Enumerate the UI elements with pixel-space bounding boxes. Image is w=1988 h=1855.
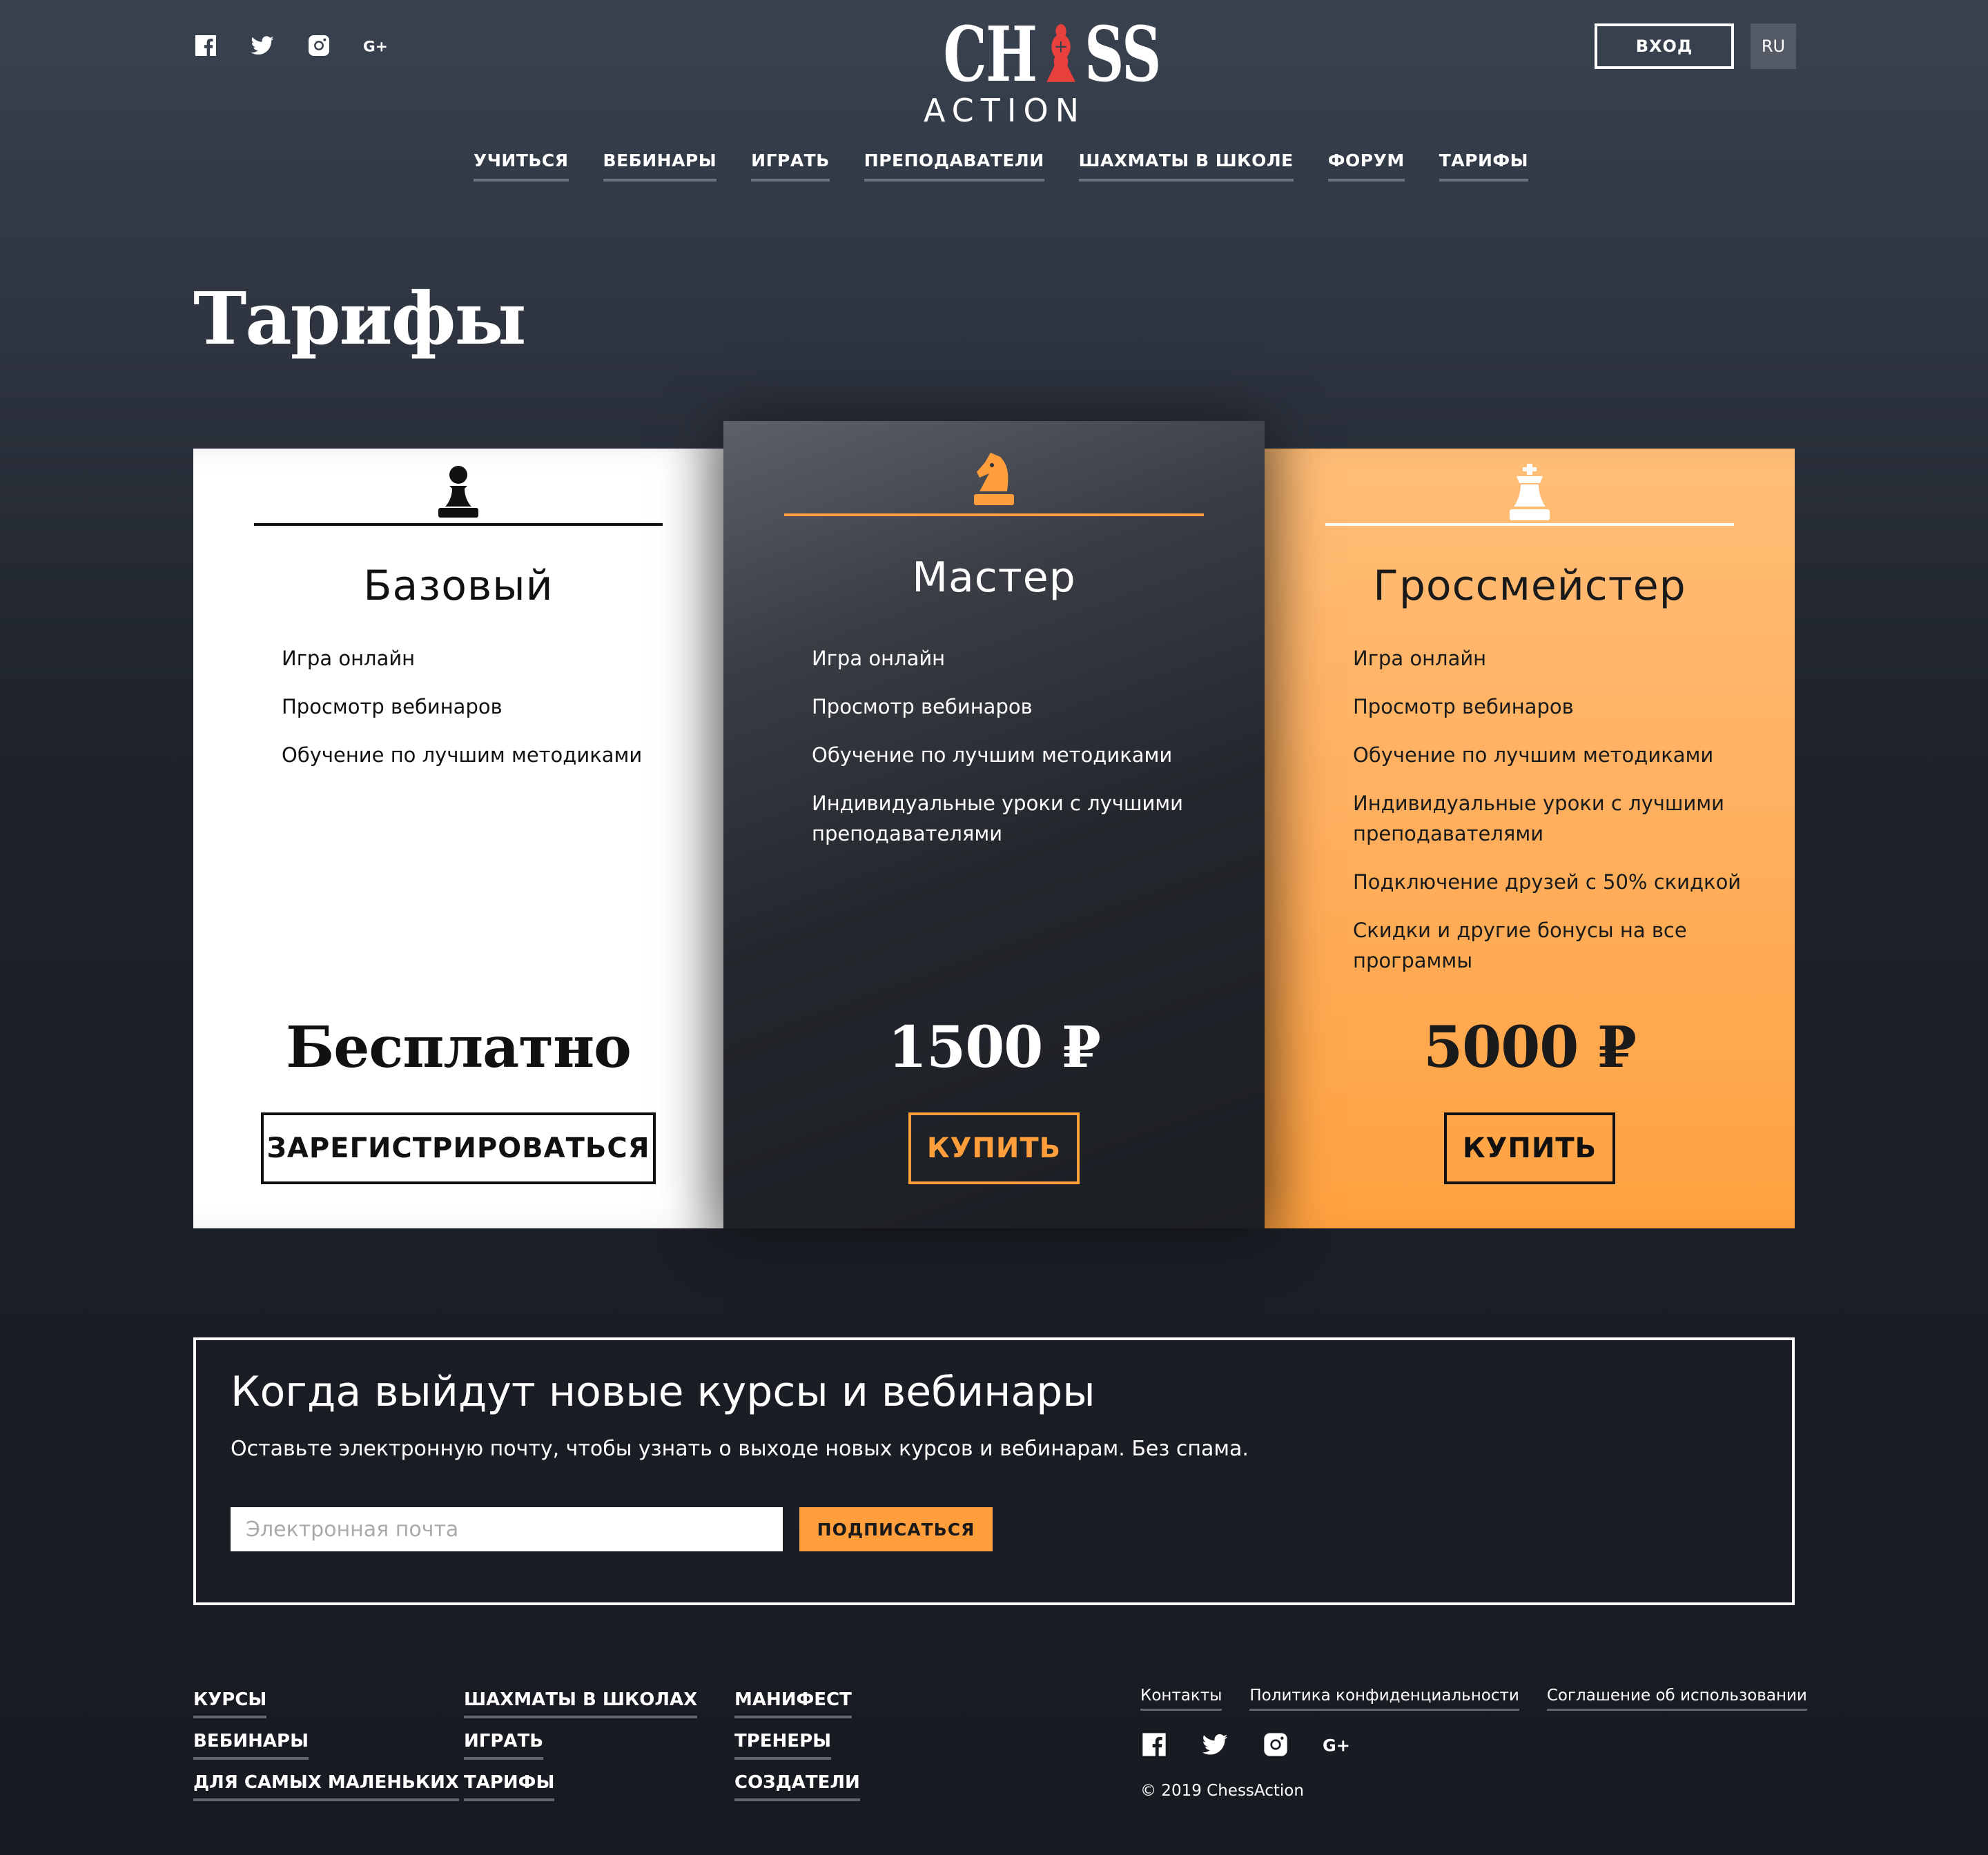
footer-link-play[interactable]: ИГРАТЬ xyxy=(464,1731,544,1760)
plan-price: Бесплатно xyxy=(286,1014,632,1081)
subscribe-description: Оставьте электронную почту, чтобы узнать… xyxy=(231,1437,1249,1461)
plan-name: Гроссмейстер xyxy=(1373,562,1686,610)
feature-list: Игра онлайн Просмотр вебинаров Обучение … xyxy=(812,643,1223,867)
footer-social: G+ xyxy=(1140,1731,1350,1758)
plan-name: Базовый xyxy=(363,562,554,610)
pawn-icon xyxy=(438,466,478,518)
footer-link-privacy[interactable]: Политика конфиденциальности xyxy=(1249,1687,1519,1711)
copyright: © 2019 ChessAction xyxy=(1140,1782,1304,1800)
buy-button-master[interactable]: КУПИТЬ xyxy=(908,1112,1080,1184)
footer-link-tariffs[interactable]: ТАРИФЫ xyxy=(464,1772,555,1801)
footer-link-school-chess[interactable]: ШАХМАТЫ В ШКОЛАХ xyxy=(464,1689,698,1718)
instagram-icon[interactable] xyxy=(306,33,331,58)
nav-item-tariffs[interactable]: ТАРИФЫ xyxy=(1439,150,1529,181)
google-plus-icon[interactable]: G+ xyxy=(1323,1731,1350,1758)
feature-item: Подключение друзей с 50% скидкой xyxy=(1353,870,1742,894)
footer-link-courses[interactable]: КУРСЫ xyxy=(193,1689,267,1718)
google-plus-icon[interactable]: G+ xyxy=(363,33,388,58)
knight-icon xyxy=(974,453,1014,505)
plan-name: Мастер xyxy=(912,553,1076,602)
feature-item: Скидки и другие бонусы на все программы xyxy=(1353,919,1687,972)
logo[interactable]: CH♝SS ACTION xyxy=(924,10,1162,129)
nav-item-play[interactable]: ИГРАТЬ xyxy=(751,150,830,181)
feature-list: Игра онлайн Просмотр вебинаров Обучение … xyxy=(1353,643,1753,994)
facebook-icon[interactable] xyxy=(193,33,218,58)
footer-link-webinars[interactable]: ВЕБИНАРЫ xyxy=(193,1731,309,1760)
footer-link-terms[interactable]: Соглашение об использовании xyxy=(1546,1687,1807,1711)
facebook-icon[interactable] xyxy=(1140,1731,1168,1758)
king-icon xyxy=(1510,464,1550,520)
feature-item: Обучение по лучшим методиками xyxy=(812,743,1173,767)
page-title: Тарифы xyxy=(193,276,527,361)
login-button[interactable]: ВХОД xyxy=(1595,23,1734,69)
feature-item: Игра онлайн xyxy=(812,647,946,670)
footer-link-manifesto[interactable]: МАНИФЕСТ xyxy=(734,1689,852,1718)
feature-item: Просмотр вебинаров xyxy=(282,695,503,718)
feature-item: Игра онлайн xyxy=(282,647,416,670)
card-divider xyxy=(784,513,1204,516)
nav-item-teachers[interactable]: ПРЕПОДАВАТЕЛИ xyxy=(864,150,1044,181)
plan-price: 5000 ₽ xyxy=(1423,1014,1637,1081)
feature-item: Просмотр вебинаров xyxy=(812,695,1033,718)
nav-item-webinars[interactable]: ВЕБИНАРЫ xyxy=(603,150,717,181)
feature-item: Обучение по лучшим методиками xyxy=(282,743,643,767)
footer-column: ШАХМАТЫ В ШКОЛАХ ИГРАТЬ ТАРИФЫ xyxy=(464,1689,698,1814)
footer-column: КУРСЫ ВЕБИНАРЫ ДЛЯ САМЫХ МАЛЕНЬКИХ xyxy=(193,1689,459,1814)
register-button[interactable]: ЗАРЕГИСТРИРОВАТЬСЯ xyxy=(261,1112,656,1184)
card-divider xyxy=(254,523,663,526)
feature-item: Просмотр вебинаров xyxy=(1353,695,1574,718)
header-social: G+ xyxy=(193,33,388,58)
footer-link-kids[interactable]: ДЛЯ САМЫХ МАЛЕНЬКИХ xyxy=(193,1772,459,1801)
logo-chess-text: CH♝SS xyxy=(943,10,1162,99)
subscribe-title: Когда выйдут новые курсы и вебинары xyxy=(231,1368,1095,1416)
twitter-icon[interactable] xyxy=(1201,1731,1229,1758)
footer-link-trainers[interactable]: ТРЕНЕРЫ xyxy=(734,1731,832,1760)
footer-legal-links: Контакты Политика конфиденциальности Сог… xyxy=(1140,1687,1807,1711)
feature-list: Игра онлайн Просмотр вебинаров Обучение … xyxy=(282,643,682,788)
main-nav: УЧИТЬСЯ ВЕБИНАРЫ ИГРАТЬ ПРЕПОДАВАТЕЛИ ША… xyxy=(0,150,1988,181)
footer-link-creators[interactable]: СОЗДАТЕЛИ xyxy=(734,1772,860,1801)
plan-card-basic: Базовый Игра онлайн Просмотр вебинаров О… xyxy=(193,449,723,1228)
footer-link-contacts[interactable]: Контакты xyxy=(1140,1687,1222,1711)
plan-card-grandmaster: Гроссмейстер Игра онлайн Просмотр вебина… xyxy=(1265,449,1795,1228)
twitter-icon[interactable] xyxy=(250,33,275,58)
feature-item: Обучение по лучшим методиками xyxy=(1353,743,1714,767)
language-button[interactable]: RU xyxy=(1751,23,1796,69)
feature-item: Игра онлайн xyxy=(1353,647,1487,670)
plan-price: 1500 ₽ xyxy=(888,1014,1101,1081)
svg-text:G+: G+ xyxy=(363,38,388,55)
plan-card-master: Мастер Игра онлайн Просмотр вебинаров Об… xyxy=(723,421,1265,1228)
feature-item: Индивидуальные уроки с лучшими преподава… xyxy=(1353,792,1725,845)
nav-item-learn[interactable]: УЧИТЬСЯ xyxy=(473,150,569,181)
nav-item-school-chess[interactable]: ШАХМАТЫ В ШКОЛЕ xyxy=(1078,150,1294,181)
card-divider xyxy=(1325,523,1734,526)
subscribe-button[interactable]: ПОДПИСАТЬСЯ xyxy=(799,1507,993,1551)
buy-button-grandmaster[interactable]: КУПИТЬ xyxy=(1444,1112,1615,1184)
subscribe-box: Когда выйдут новые курсы и вебинары Оста… xyxy=(193,1337,1795,1605)
svg-text:G+: G+ xyxy=(1323,1736,1350,1755)
instagram-icon[interactable] xyxy=(1262,1731,1289,1758)
footer-column: МАНИФЕСТ ТРЕНЕРЫ СОЗДАТЕЛИ xyxy=(734,1689,860,1814)
email-field[interactable] xyxy=(231,1507,783,1551)
feature-item: Индивидуальные уроки с лучшими преподава… xyxy=(812,792,1184,845)
nav-item-forum[interactable]: ФОРУМ xyxy=(1327,150,1405,181)
